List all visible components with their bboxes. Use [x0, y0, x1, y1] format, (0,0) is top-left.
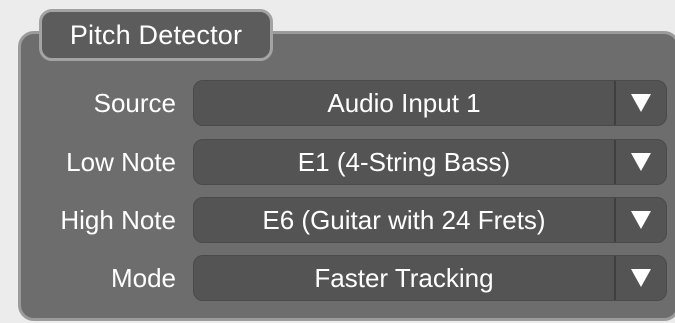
- source-row: Source Audio Input 1: [0, 80, 675, 126]
- dropdown-arrow-icon: [631, 153, 651, 171]
- source-dropdown[interactable]: Audio Input 1: [193, 80, 667, 126]
- mode-dropdown[interactable]: Faster Tracking: [193, 255, 667, 301]
- high-note-label: High Note: [60, 205, 176, 235]
- low-note-label: Low Note: [66, 147, 176, 177]
- high-note-row: High Note E6 (Guitar with 24 Frets): [0, 197, 675, 243]
- source-dropdown-button[interactable]: [614, 81, 666, 125]
- low-note-row: Low Note E1 (4-String Bass): [0, 139, 675, 185]
- high-note-dropdown[interactable]: E6 (Guitar with 24 Frets): [193, 197, 667, 243]
- dropdown-arrow-icon: [631, 211, 651, 229]
- low-note-dropdown[interactable]: E1 (4-String Bass): [193, 139, 667, 185]
- mode-value: Faster Tracking: [314, 263, 494, 293]
- high-note-dropdown-button[interactable]: [614, 198, 666, 242]
- panel-title: Pitch Detector: [39, 9, 273, 61]
- mode-row: Mode Faster Tracking: [0, 255, 675, 301]
- source-value: Audio Input 1: [327, 88, 481, 118]
- dropdown-arrow-icon: [631, 269, 651, 287]
- high-note-value: E6 (Guitar with 24 Frets): [262, 205, 546, 235]
- dropdown-arrow-icon: [631, 94, 651, 112]
- mode-label: Mode: [110, 263, 176, 293]
- mode-dropdown-button[interactable]: [614, 256, 666, 300]
- low-note-value: E1 (4-String Bass): [297, 147, 511, 177]
- source-label: Source: [93, 88, 176, 118]
- low-note-dropdown-button[interactable]: [614, 140, 666, 184]
